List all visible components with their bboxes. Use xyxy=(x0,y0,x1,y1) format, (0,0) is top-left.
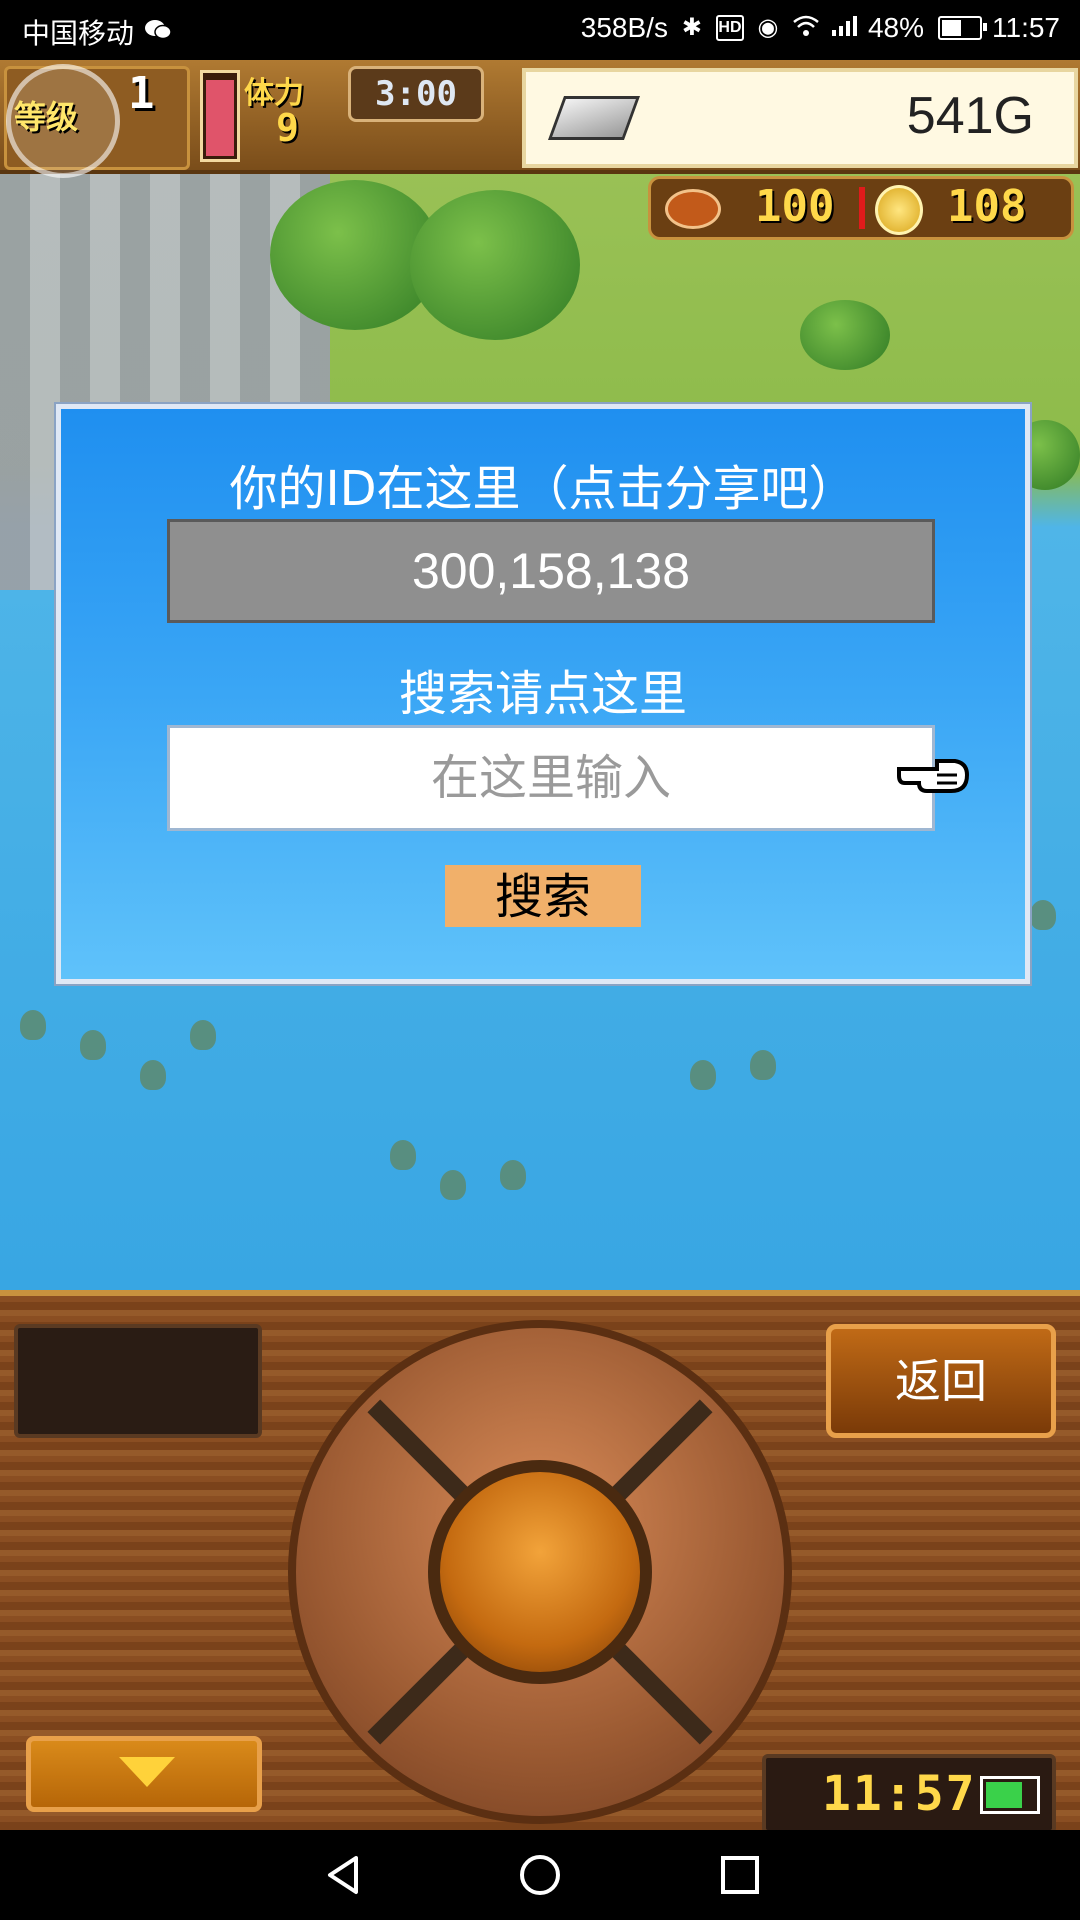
resource-strip: 100 108 xyxy=(648,176,1074,240)
resource-divider xyxy=(859,187,865,229)
eye-icon: ◉ xyxy=(757,14,779,41)
level-value: 1 xyxy=(128,68,155,119)
navigation-bar xyxy=(0,1830,1080,1920)
search-label: 搜索请点这里 xyxy=(398,666,687,722)
back-nav-icon[interactable] xyxy=(318,1850,368,1900)
rock xyxy=(140,1060,166,1090)
rock xyxy=(190,1020,216,1050)
game-clock: 11:57 xyxy=(762,1754,1056,1834)
rock xyxy=(1030,900,1056,930)
player-id-box[interactable]: 300,158,138 xyxy=(167,519,935,623)
wechat-icon xyxy=(144,18,172,46)
pointing-hand-icon xyxy=(897,759,970,793)
rock xyxy=(20,1010,46,1040)
status-bar: 中国移动 358B/s ✱ HD ◉ 48% 11:57 xyxy=(0,0,1080,60)
battery-percent: 48% xyxy=(867,12,924,43)
stamina-value: 9 xyxy=(276,106,299,150)
stamina-bar xyxy=(200,70,240,162)
gold-display: 541G xyxy=(522,68,1078,168)
top-hud: 等级 1 体力 9 3:00 541G xyxy=(0,60,1080,178)
dpad-center-button[interactable] xyxy=(428,1460,652,1684)
search-input[interactable]: 在这里输入 xyxy=(167,725,935,831)
friend-search-dialog: 你的ID在这里（点击分享吧） 300,158,138 搜索请点这里 在这里输入 … xyxy=(56,404,1030,984)
meat-amount: 100 xyxy=(755,181,835,232)
clock-time: 11:57 xyxy=(822,1766,977,1822)
network-speed: 358B/s xyxy=(580,12,668,43)
rock xyxy=(750,1050,776,1080)
battery-icon xyxy=(938,16,987,40)
dpad-controller[interactable] xyxy=(288,1320,792,1824)
meat-icon xyxy=(665,189,721,229)
bluetooth-icon: ✱ xyxy=(681,14,702,41)
rock xyxy=(440,1170,466,1200)
coin-amount: 108 xyxy=(947,181,1027,232)
wifi-icon xyxy=(792,14,820,42)
hd-icon: HD xyxy=(715,15,744,41)
level-label: 等级 xyxy=(14,98,79,136)
info-slot xyxy=(14,1324,262,1438)
back-button[interactable]: 返回 xyxy=(826,1324,1056,1438)
tree xyxy=(410,190,580,340)
rock xyxy=(690,1060,716,1090)
menu-toggle-button[interactable] xyxy=(26,1736,262,1812)
silver-bar-icon xyxy=(547,96,641,140)
home-nav-icon[interactable] xyxy=(515,1850,565,1900)
rock xyxy=(80,1030,106,1060)
search-button[interactable]: 搜索 xyxy=(445,865,641,927)
rock xyxy=(390,1140,416,1170)
gold-amount: 541G xyxy=(906,87,1034,145)
stamina-timer: 3:00 xyxy=(348,66,484,122)
status-time: 11:57 xyxy=(992,12,1060,43)
down-arrow-icon xyxy=(119,1757,175,1787)
tree xyxy=(800,300,890,370)
carrier-name: 中国移动 xyxy=(22,18,135,49)
id-title: 你的ID在这里（点击分享吧） xyxy=(229,461,857,517)
coin-icon xyxy=(875,185,923,235)
recents-nav-icon[interactable] xyxy=(715,1850,765,1900)
rock xyxy=(500,1160,526,1190)
control-panel: 返回 11:57 xyxy=(0,1290,1080,1836)
signal-icon xyxy=(830,14,858,42)
battery-icon xyxy=(980,1776,1040,1814)
